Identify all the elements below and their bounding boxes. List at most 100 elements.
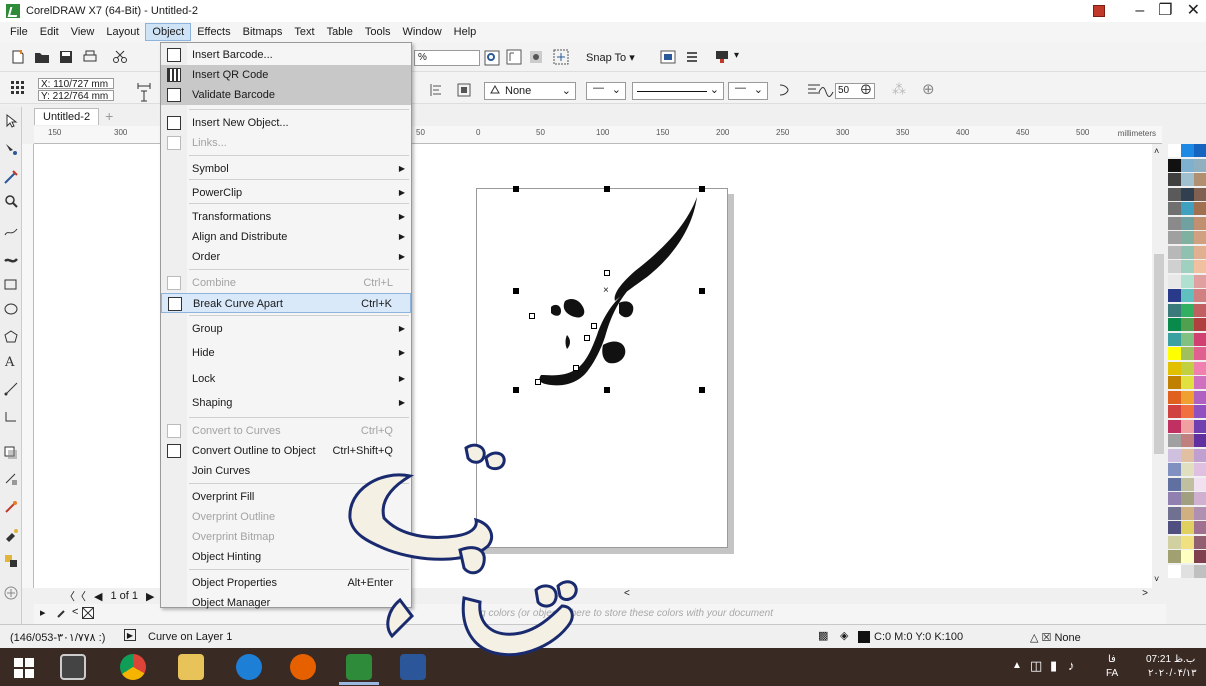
color-swatch[interactable]: [1194, 477, 1206, 491]
menu-edit[interactable]: Edit: [34, 24, 65, 40]
close-curve-icon[interactable]: [776, 82, 792, 98]
wrap-text-icon[interactable]: [456, 82, 472, 98]
color-swatch[interactable]: [1168, 274, 1181, 288]
menu-item-symbol[interactable]: Symbol ▶: [161, 159, 411, 179]
end-arrowhead-select[interactable]: — ⌄: [728, 82, 768, 100]
color-swatch[interactable]: [1181, 332, 1194, 346]
menu-tools[interactable]: Tools: [359, 24, 397, 40]
color-swatch[interactable]: [1181, 173, 1194, 186]
color-swatch[interactable]: [1181, 347, 1194, 360]
menu-object[interactable]: Object: [145, 23, 192, 41]
vertical-scroll-thumb[interactable]: [1154, 254, 1164, 454]
align-icon[interactable]: [428, 82, 444, 98]
color-swatch[interactable]: [1168, 506, 1181, 520]
windows-start-icon[interactable]: [14, 658, 34, 678]
color-swatch[interactable]: [1181, 463, 1194, 476]
curve-node[interactable]: [591, 323, 597, 329]
full-screen-preview-icon[interactable]: [506, 49, 522, 65]
color-swatch[interactable]: [1181, 361, 1194, 375]
outline-width-select[interactable]: None ⌄: [484, 82, 576, 100]
color-swatch[interactable]: [1168, 564, 1181, 578]
color-swatch[interactable]: [1194, 434, 1206, 447]
horizontal-scrollbar[interactable]: < >: [620, 588, 1152, 602]
add-tool-icon[interactable]: [3, 585, 19, 601]
new-tab-icon[interactable]: +: [105, 108, 113, 124]
connector-tool-icon[interactable]: [3, 409, 19, 425]
color-swatch[interactable]: [1181, 144, 1194, 157]
volume-icon[interactable]: ♪: [1068, 658, 1075, 673]
menu-bitmaps[interactable]: Bitmaps: [237, 24, 289, 40]
color-swatch[interactable]: [1194, 274, 1206, 288]
vertical-ruler[interactable]: [22, 144, 34, 588]
minimize-button[interactable]: –: [1135, 2, 1144, 20]
object-origin-icon[interactable]: [10, 80, 26, 96]
color-swatch[interactable]: [1181, 303, 1194, 317]
menu-view[interactable]: View: [65, 24, 101, 40]
no-color-swatch-icon[interactable]: [82, 607, 94, 619]
menu-file[interactable]: File: [4, 24, 34, 40]
color-swatch[interactable]: [1194, 173, 1206, 186]
drop-shadow-tool-icon[interactable]: [3, 445, 19, 461]
color-swatch[interactable]: [1194, 318, 1206, 331]
color-swatch[interactable]: [1194, 492, 1206, 505]
add-icon[interactable]: ⊕: [922, 80, 935, 98]
prev-page-icon[interactable]: ◀: [94, 590, 102, 603]
color-swatch[interactable]: [1194, 303, 1206, 317]
color-swatch[interactable]: [1168, 434, 1181, 447]
color-swatch[interactable]: [1181, 376, 1194, 389]
color-swatch[interactable]: [1168, 521, 1181, 534]
tray-up-arrow-icon[interactable]: ▲: [1012, 660, 1022, 671]
color-swatch[interactable]: [1168, 535, 1181, 549]
color-swatch[interactable]: [1181, 564, 1194, 578]
color-swatch[interactable]: [1168, 144, 1181, 157]
color-swatch[interactable]: [1181, 216, 1194, 230]
color-swatch[interactable]: [1194, 144, 1206, 157]
color-swatch[interactable]: [1194, 289, 1206, 302]
next-page-icon[interactable]: ▶: [146, 590, 154, 603]
curve-node[interactable]: [535, 379, 541, 385]
color-swatch[interactable]: [1181, 506, 1194, 520]
print-icon[interactable]: [82, 49, 98, 65]
color-swatch[interactable]: [1194, 260, 1206, 273]
color-swatch[interactable]: [1181, 260, 1194, 273]
color-swatch[interactable]: [1194, 202, 1206, 215]
curve-node[interactable]: [584, 335, 590, 341]
color-swatch[interactable]: [1168, 289, 1181, 302]
color-swatch[interactable]: [1168, 158, 1181, 172]
color-swatch[interactable]: [1168, 390, 1181, 404]
color-swatch[interactable]: [1168, 347, 1181, 360]
fill-bucket-icon[interactable]: ◈: [840, 629, 848, 642]
color-swatch[interactable]: [1168, 173, 1181, 186]
color-swatch[interactable]: [1168, 448, 1181, 462]
zoom-tool-icon[interactable]: [3, 193, 19, 209]
vertical-scrollbar[interactable]: ˄ ˅: [1152, 144, 1166, 588]
save-icon[interactable]: [58, 49, 74, 65]
color-swatch[interactable]: [1168, 202, 1181, 215]
color-swatch[interactable]: [1181, 318, 1194, 331]
color-swatch[interactable]: [1168, 187, 1181, 201]
color-swatch[interactable]: [1181, 390, 1194, 404]
color-swatch[interactable]: [1194, 390, 1206, 404]
app-shortcut-icon[interactable]: [60, 654, 86, 680]
menu-item-powerclip[interactable]: PowerClip ▶: [161, 183, 411, 203]
curve-smoothing-field[interactable]: 50 ⨁: [835, 83, 875, 99]
chrome-icon[interactable]: [120, 654, 146, 680]
snap-to-dropdown[interactable]: Snap To ▾: [586, 51, 635, 64]
interactive-fill-tool-icon[interactable]: [3, 527, 19, 543]
y-position-field[interactable]: Y: 212/764 mm: [38, 90, 114, 102]
color-swatch[interactable]: [1194, 216, 1206, 230]
color-swatch[interactable]: [1194, 535, 1206, 549]
color-swatch[interactable]: [1181, 289, 1194, 302]
x-position-field[interactable]: X: 110/727 mm: [38, 78, 114, 90]
cut-icon[interactable]: [112, 49, 128, 65]
show-rulers-icon[interactable]: [528, 49, 544, 65]
menu-effects[interactable]: Effects: [191, 24, 236, 40]
color-swatch[interactable]: [1181, 550, 1194, 563]
options-icon[interactable]: [684, 49, 700, 65]
line-style-select[interactable]: ⌄: [632, 82, 724, 100]
color-swatch[interactable]: [1168, 231, 1181, 244]
shape-tool-icon[interactable]: [3, 141, 19, 157]
show-grid-icon[interactable]: [553, 49, 569, 65]
color-swatch[interactable]: [1181, 419, 1194, 433]
color-swatch[interactable]: [1181, 202, 1194, 215]
